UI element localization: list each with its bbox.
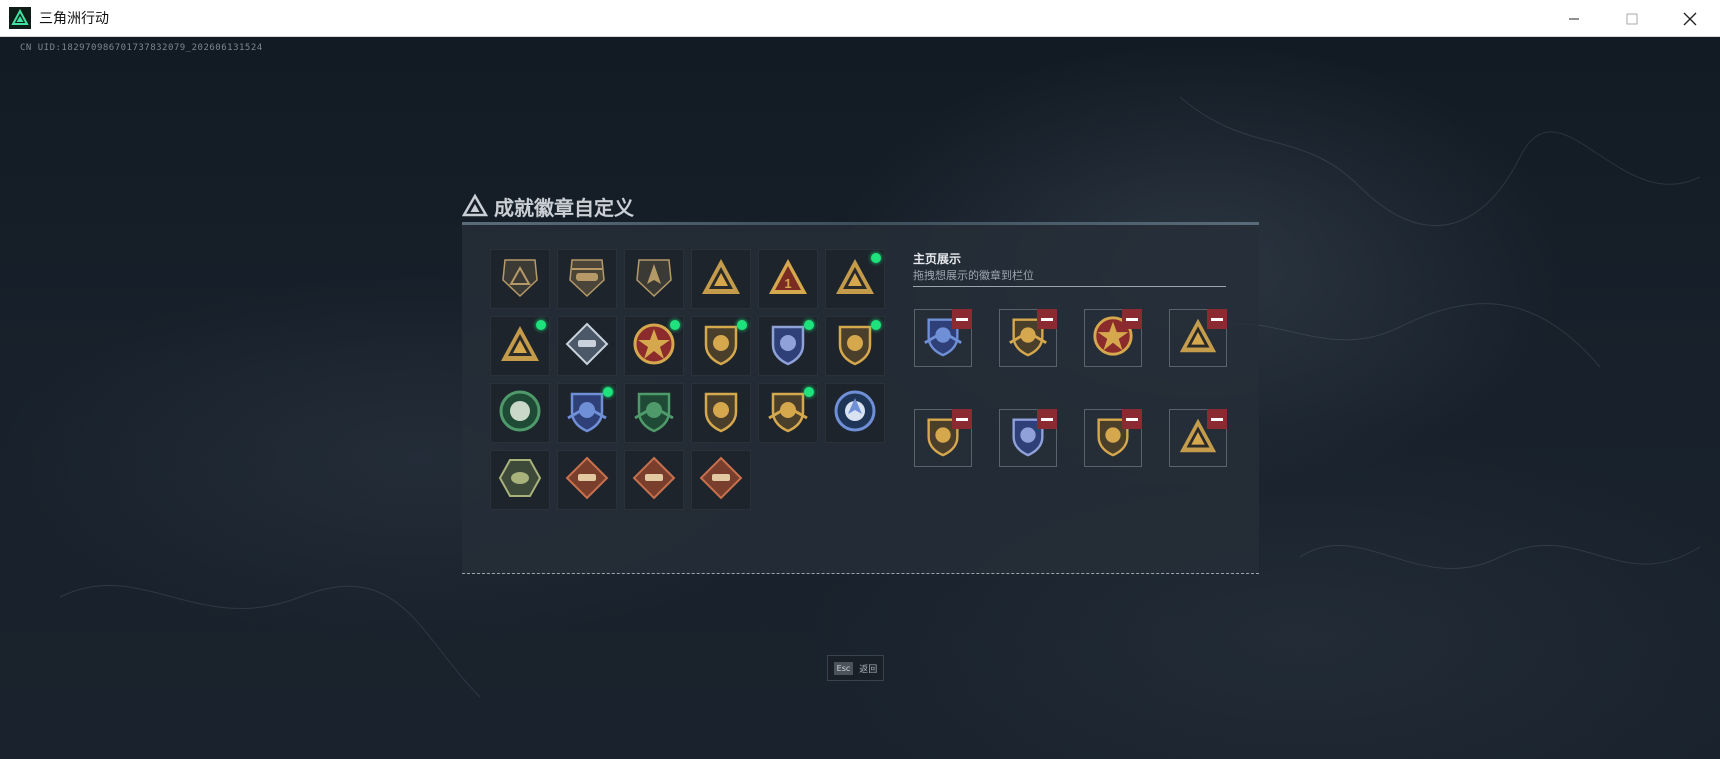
showcase-slot[interactable] (1169, 309, 1227, 367)
badge-cell[interactable] (490, 316, 550, 376)
remove-badge-button[interactable] (952, 309, 972, 329)
blue-shield-emblem-icon (765, 321, 811, 371)
showcase-slot[interactable] (914, 409, 972, 467)
armor-diamond-emblem-icon (698, 455, 744, 505)
mountain-triangle-emblem-icon (497, 321, 543, 371)
minimize-icon (1569, 18, 1579, 19)
remove-badge-button[interactable] (1037, 409, 1057, 429)
new-indicator-dot (737, 320, 747, 330)
rifle-diamond-emblem-icon (564, 321, 610, 371)
badge-cell[interactable] (691, 450, 751, 510)
esc-key-label: Esc (833, 661, 854, 675)
badge-cell[interactable] (490, 383, 550, 443)
back-label: 返回 (859, 664, 878, 675)
remove-icon (1211, 417, 1223, 421)
close-icon (1683, 12, 1697, 25)
eagle-triangle-emblem-icon (832, 254, 878, 304)
maximize-icon (1626, 13, 1638, 24)
remove-icon (956, 417, 968, 421)
remove-icon (1211, 317, 1223, 321)
star-medal-emblem-icon (631, 321, 677, 371)
showcase-subtitle: 拖拽想展示的徽章到栏位 (913, 269, 1034, 282)
showcase-slot[interactable] (914, 309, 972, 367)
new-indicator-dot (871, 253, 881, 263)
new-indicator-dot (670, 320, 680, 330)
badge-cell[interactable] (490, 450, 550, 510)
back-button[interactable]: Esc 返回 (827, 655, 884, 681)
app-logo-icon (9, 7, 31, 29)
minimize-button[interactable] (1545, 0, 1603, 37)
triangle-emblem-dark-icon (497, 254, 543, 304)
new-indicator-dot (804, 387, 814, 397)
badge-cell[interactable] (691, 316, 751, 376)
showcase-divider (913, 286, 1226, 287)
gold-shield-emblem-icon (698, 321, 744, 371)
helicopter-emblem-icon (564, 254, 610, 304)
horse-diamond-emblem-icon (631, 455, 677, 505)
remove-icon (1126, 317, 1138, 321)
close-button[interactable] (1661, 0, 1719, 37)
badge-cell[interactable] (490, 249, 550, 309)
lion-shield-emblem-icon (832, 321, 878, 371)
hornet-hexagon-emblem-icon (497, 455, 543, 505)
badge-cell[interactable] (624, 316, 684, 376)
uid-label: CN UID:1829709867017378320​79_2026061315… (20, 43, 263, 53)
new-indicator-dot (871, 320, 881, 330)
badge-cell[interactable] (624, 450, 684, 510)
arrow-shield-emblem-icon (631, 254, 677, 304)
remove-badge-button[interactable] (1207, 409, 1227, 429)
remove-icon (1126, 417, 1138, 421)
new-indicator-dot (804, 320, 814, 330)
remove-badge-button[interactable] (1207, 309, 1227, 329)
badge-cell[interactable] (557, 383, 617, 443)
showcase-slot[interactable] (999, 309, 1057, 367)
badge-cell[interactable] (758, 316, 818, 376)
badge-cell[interactable] (624, 383, 684, 443)
gold-wing-shield-emblem-icon (765, 388, 811, 438)
green-round-emblem-icon (497, 388, 543, 438)
badge-cell[interactable] (825, 316, 885, 376)
remove-badge-button[interactable] (1122, 309, 1142, 329)
remove-icon (956, 317, 968, 321)
remove-badge-button[interactable] (1037, 309, 1057, 329)
number-one-triangle-emblem-icon: 1 (765, 254, 811, 304)
triangle-logo-icon (462, 193, 488, 217)
badge-cell[interactable] (825, 249, 885, 309)
badge-cell[interactable]: 1 (758, 249, 818, 309)
showcase-slot[interactable] (999, 409, 1057, 467)
badge-cell[interactable] (557, 316, 617, 376)
rifle-shield-emblem-icon (698, 388, 744, 438)
dragon-diamond-emblem-icon (564, 455, 610, 505)
green-wing-shield-emblem-icon (631, 388, 677, 438)
badge-cell[interactable] (825, 383, 885, 443)
maximize-button[interactable] (1603, 0, 1661, 37)
new-indicator-dot (603, 387, 613, 397)
badge-cell[interactable] (557, 249, 617, 309)
showcase-slot[interactable] (1084, 309, 1142, 367)
svg-text:1: 1 (784, 276, 791, 291)
new-indicator-dot (536, 320, 546, 330)
badge-cell[interactable] (557, 450, 617, 510)
dialog-title: 成就徽章自定义 (494, 195, 634, 220)
window-titlebar: 三角洲行动 (0, 0, 1720, 37)
showcase-slot[interactable] (1169, 409, 1227, 467)
badge-cell[interactable] (691, 383, 751, 443)
dialog-header: 成就徽章自定义 (462, 190, 634, 222)
remove-badge-button[interactable] (1122, 409, 1142, 429)
window-title: 三角洲行动 (39, 11, 109, 27)
showcase-title: 主页展示 (913, 252, 962, 266)
badge-cell[interactable] (691, 249, 751, 309)
badge-cell[interactable] (758, 383, 818, 443)
blue-wing-shield-emblem-icon (564, 388, 610, 438)
helmet-triangle-emblem-icon (698, 254, 744, 304)
arrow-circle-emblem-icon (832, 388, 878, 438)
remove-icon (1041, 317, 1053, 321)
badge-cell[interactable] (624, 249, 684, 309)
showcase-slot[interactable] (1084, 409, 1142, 467)
remove-icon (1041, 417, 1053, 421)
remove-badge-button[interactable] (952, 409, 972, 429)
